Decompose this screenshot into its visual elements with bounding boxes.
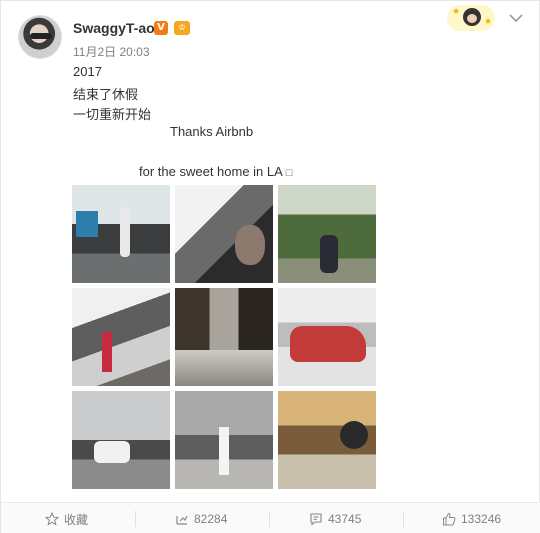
star-icon (45, 512, 59, 526)
post-line-2: 结束了休假 (73, 87, 139, 102)
sticker-badge-icon: ★ ★ (447, 5, 495, 31)
repost-count: 82284 (194, 512, 228, 526)
repost-icon (176, 515, 188, 525)
favorite-button[interactable]: 收藏 (45, 503, 88, 533)
verified-badge: V (154, 21, 168, 35)
like-button[interactable]: 133246 (442, 503, 501, 533)
post-line-3: 一切重新开始 (73, 107, 152, 122)
photo-9[interactable] (278, 391, 376, 489)
chevron-down-icon[interactable] (507, 9, 525, 27)
photo-1[interactable] (72, 185, 170, 283)
comment-count: 43745 (328, 512, 362, 526)
divider (135, 511, 136, 527)
post-line-4: Thanks Airbnb (170, 124, 254, 139)
member-badge-icon: ♔ (174, 21, 190, 35)
photo-5[interactable] (175, 288, 273, 386)
post-timestamp[interactable]: 11月2日 20:03 (73, 43, 150, 60)
comment-icon (310, 513, 322, 526)
divider (403, 511, 404, 527)
photo-2[interactable] (175, 185, 273, 283)
post-line-1: 2017 (73, 64, 102, 79)
photo-8[interactable] (175, 391, 273, 489)
username[interactable]: SwaggyT-ao (73, 20, 155, 36)
weibo-post-card: SwaggyT-ao V ♔ 11月2日 20:03 ★ ★ 2017 结束了休… (0, 0, 540, 533)
photo-7[interactable] (72, 391, 170, 489)
photo-3[interactable] (278, 185, 376, 283)
repost-button[interactable]: 82284 (175, 503, 227, 533)
thumbs-up-icon (443, 512, 456, 526)
post-line-5: for the sweet home in LA □ (139, 164, 292, 179)
post-line-5-text: for the sweet home in LA (139, 164, 286, 179)
divider (269, 511, 270, 527)
photo-6[interactable] (278, 288, 376, 386)
emoji-placeholder: □ (285, 167, 293, 179)
avatar[interactable] (18, 15, 62, 59)
like-count: 133246 (461, 512, 502, 526)
post-actions-bar: 收藏 82284 43745 133246 (1, 502, 540, 533)
photo-grid (72, 185, 376, 489)
comment-button[interactable]: 43745 (309, 503, 361, 533)
photo-4[interactable] (72, 288, 170, 386)
favorite-label: 收藏 (64, 512, 89, 527)
